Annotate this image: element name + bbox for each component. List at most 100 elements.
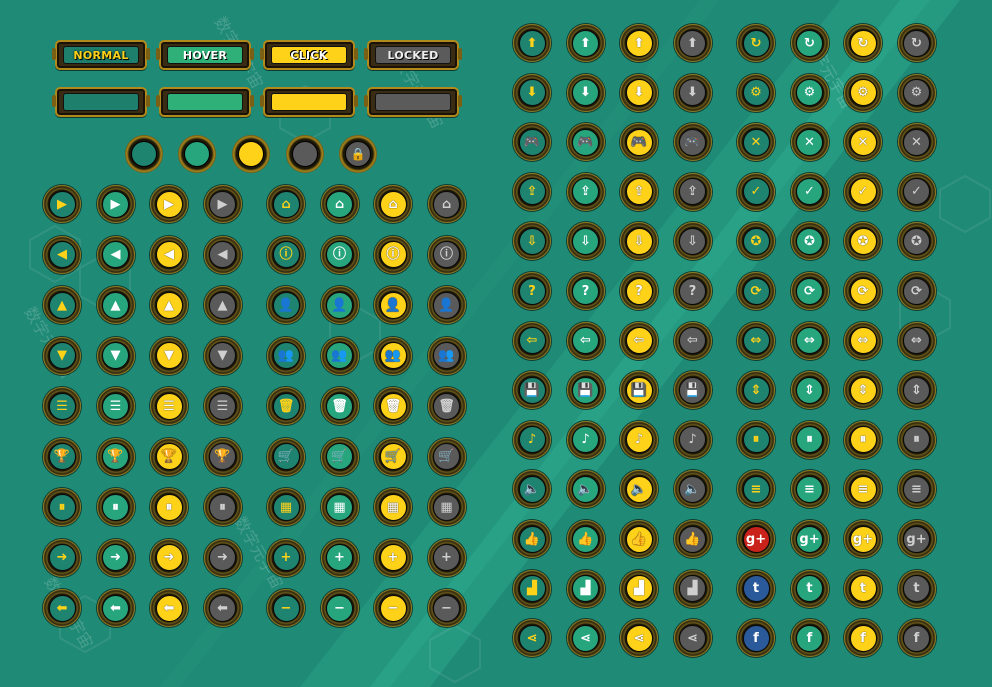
- vertical-arrows-normal-button[interactable]: ⇕: [737, 371, 775, 410]
- check-locked-button[interactable]: ✓: [897, 172, 936, 211]
- grid-normal-button[interactable]: ▦: [267, 488, 305, 526]
- minus-normal-button[interactable]: −: [267, 589, 305, 627]
- pause-bars-locked-button[interactable]: ⏸: [897, 420, 936, 459]
- cart-normal-button[interactable]: 🛒: [267, 437, 305, 476]
- play-click-button[interactable]: ▶: [150, 185, 188, 223]
- facebook-hover-button[interactable]: f: [790, 619, 829, 658]
- leaderboard-hover-button[interactable]: ▟: [566, 569, 605, 608]
- upload-click-button[interactable]: ⇪: [620, 172, 658, 211]
- download-normal-button[interactable]: ⇩: [513, 222, 551, 261]
- arrow-up-normal-button[interactable]: ⬆: [513, 24, 551, 62]
- round-locked-button[interactable]: [286, 135, 324, 173]
- restart-click-button[interactable]: ⟳: [844, 272, 882, 310]
- settings-hover-button[interactable]: ⚙: [790, 73, 829, 112]
- up-normal-button[interactable]: ▲: [43, 286, 81, 324]
- music-locked-button[interactable]: ♪: [673, 420, 712, 459]
- share-hover-button[interactable]: ⋖: [566, 619, 605, 658]
- plus-locked-button[interactable]: +: [427, 538, 466, 577]
- settings-locked-button[interactable]: ⚙: [897, 73, 936, 112]
- cart-click-button[interactable]: 🛒: [374, 437, 412, 476]
- plus-normal-button[interactable]: +: [267, 538, 305, 577]
- gamepad-hover-button[interactable]: 🎮: [566, 123, 605, 162]
- users-hover-button[interactable]: 👥: [320, 336, 359, 375]
- help-hover-button[interactable]: ?: [566, 272, 605, 310]
- user-hover-button[interactable]: 👤: [320, 286, 359, 324]
- down-normal-button[interactable]: ▼: [43, 336, 81, 375]
- arrow-left-locked-button[interactable]: ⬅: [203, 589, 242, 627]
- settings-normal-button[interactable]: ⚙: [737, 73, 775, 112]
- pause-bars-click-button[interactable]: ⏸: [844, 420, 882, 459]
- back-normal-button[interactable]: ◀: [43, 235, 81, 274]
- trophy-normal-button[interactable]: 🏆: [43, 437, 81, 476]
- check-click-button[interactable]: ✓: [844, 172, 882, 211]
- share-normal-button[interactable]: ⋖: [513, 619, 551, 658]
- music-hover-button[interactable]: ♪: [566, 420, 605, 459]
- exit-normal-button[interactable]: ⇦: [513, 321, 551, 360]
- plus-click-button[interactable]: +: [374, 538, 412, 577]
- arrow-left-normal-button[interactable]: ⬅: [43, 589, 81, 627]
- blank-click-button[interactable]: [260, 87, 358, 117]
- refresh-locked-button[interactable]: ↻: [897, 24, 936, 62]
- up-click-button[interactable]: ▲: [150, 286, 188, 324]
- refresh-click-button[interactable]: ↻: [844, 24, 882, 62]
- down-click-button[interactable]: ▼: [150, 336, 188, 375]
- restart-locked-button[interactable]: ⟳: [897, 272, 936, 310]
- user-click-button[interactable]: 👤: [374, 286, 412, 324]
- locked-state-button[interactable]: LOCKED: [364, 40, 462, 70]
- restart-hover-button[interactable]: ⟳: [790, 272, 829, 310]
- info-click-button[interactable]: ⓘ: [374, 235, 412, 274]
- pause-locked-button[interactable]: ⏸: [203, 488, 242, 526]
- up-hover-button[interactable]: ▲: [96, 286, 135, 324]
- like-hover-button[interactable]: 👍: [566, 520, 605, 558]
- trophy-click-button[interactable]: 🏆: [150, 437, 188, 476]
- download-click-button[interactable]: ⇩: [620, 222, 658, 261]
- vertical-arrows-click-button[interactable]: ⇕: [844, 371, 882, 410]
- trash-click-button[interactable]: 🗑: [374, 387, 412, 425]
- list-hover-button[interactable]: ☰: [96, 387, 135, 425]
- leaderboard-normal-button[interactable]: ▟: [513, 569, 551, 608]
- google-plus-click-button[interactable]: g+: [844, 520, 882, 558]
- play-locked-button[interactable]: ▶: [203, 185, 242, 223]
- help-normal-button[interactable]: ?: [513, 272, 551, 310]
- hover-state-button[interactable]: HOVER: [156, 40, 254, 70]
- horizontal-arrows-hover-button[interactable]: ⇔: [790, 321, 829, 360]
- home-normal-button[interactable]: ⌂: [267, 185, 305, 223]
- blank-hover-button[interactable]: [156, 87, 254, 117]
- list-normal-button[interactable]: ☰: [43, 387, 81, 425]
- arrow-up-hover-button[interactable]: ⬆: [566, 24, 605, 62]
- trash-hover-button[interactable]: 🗑: [320, 387, 359, 425]
- leaderboard-click-button[interactable]: ▟: [620, 569, 658, 608]
- gamepad-click-button[interactable]: 🎮: [620, 123, 658, 162]
- close-normal-button[interactable]: ✕: [737, 123, 775, 162]
- exit-hover-button[interactable]: ⇦: [566, 321, 605, 360]
- info-locked-button[interactable]: ⓘ: [427, 235, 466, 274]
- minus-locked-button[interactable]: −: [427, 589, 466, 627]
- down-locked-button[interactable]: ▼: [203, 336, 242, 375]
- achievement-locked-button[interactable]: ✪: [897, 222, 936, 261]
- google-plus-locked-button[interactable]: g+: [897, 520, 936, 558]
- menu-normal-button[interactable]: ≡: [737, 470, 775, 509]
- round-hover-button[interactable]: [178, 135, 216, 173]
- minus-click-button[interactable]: −: [374, 589, 412, 627]
- grid-click-button[interactable]: ▦: [374, 488, 412, 526]
- blank-locked-button[interactable]: [364, 87, 462, 117]
- twitter-locked-button[interactable]: t: [897, 569, 936, 608]
- horizontal-arrows-normal-button[interactable]: ⇔: [737, 321, 775, 360]
- save-locked-button[interactable]: 💾: [673, 371, 712, 410]
- close-hover-button[interactable]: ✕: [790, 123, 829, 162]
- arrow-down-normal-button[interactable]: ⬇: [513, 73, 551, 112]
- upload-locked-button[interactable]: ⇪: [673, 172, 712, 211]
- pause-bars-hover-button[interactable]: ⏸: [790, 420, 829, 459]
- refresh-hover-button[interactable]: ↻: [790, 24, 829, 62]
- google-plus-normal-button[interactable]: g+: [737, 520, 775, 558]
- like-normal-button[interactable]: 👍: [513, 520, 551, 558]
- exit-click-button[interactable]: ⇦: [620, 321, 658, 360]
- arrow-right-click-button[interactable]: ➜: [150, 538, 188, 577]
- gamepad-locked-button[interactable]: 🎮: [673, 123, 712, 162]
- sound-click-button[interactable]: 🔈: [620, 470, 658, 509]
- horizontal-arrows-click-button[interactable]: ⇔: [844, 321, 882, 360]
- arrow-left-click-button[interactable]: ⬅: [150, 589, 188, 627]
- back-click-button[interactable]: ◀: [150, 235, 188, 274]
- achievement-hover-button[interactable]: ✪: [790, 222, 829, 261]
- twitter-click-button[interactable]: t: [844, 569, 882, 608]
